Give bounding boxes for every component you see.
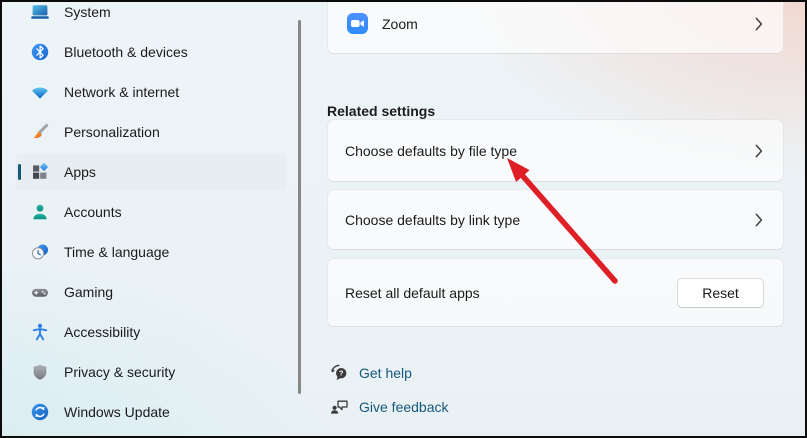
row-choose-defaults-file-type[interactable]: Choose defaults by file type [327, 119, 784, 182]
sidebar-item-time-language[interactable]: Time & language [16, 234, 287, 270]
sidebar-item-label: Personalization [64, 124, 160, 140]
settings-window: System Bluetooth & devices Network & int… [0, 0, 807, 438]
sidebar-item-label: Accounts [64, 204, 122, 220]
sidebar-item-accessibility[interactable]: Accessibility [16, 314, 287, 350]
feedback-icon [329, 396, 350, 417]
clock-globe-icon [30, 242, 50, 262]
sidebar-item-personalization[interactable]: Personalization [16, 114, 287, 150]
sidebar-item-label: Windows Update [64, 404, 170, 420]
row-label: Choose defaults by link type [345, 211, 521, 228]
bluetooth-icon [30, 42, 50, 62]
sidebar-scrollbar[interactable] [298, 20, 301, 394]
update-icon [30, 402, 50, 422]
chevron-right-icon [755, 144, 763, 158]
sidebar-item-privacy[interactable]: Privacy & security [16, 354, 287, 390]
selected-accent-pill [18, 164, 21, 180]
sidebar-item-label: Bluetooth & devices [64, 44, 188, 60]
sidebar-item-gaming[interactable]: Gaming [16, 274, 287, 310]
sidebar-item-label: Accessibility [64, 324, 141, 340]
zoom-app-icon [347, 13, 368, 34]
help-icon: ? [329, 362, 350, 383]
sidebar: System Bluetooth & devices Network & int… [2, 2, 298, 436]
person-icon [30, 202, 50, 222]
get-help-link[interactable]: ? Get help [329, 362, 412, 383]
app-row-label: Zoom [382, 16, 418, 32]
sidebar-item-accounts[interactable]: Accounts [16, 194, 287, 230]
chevron-right-icon [755, 17, 763, 36]
reset-button[interactable]: Reset [677, 277, 764, 308]
shield-icon [30, 362, 50, 382]
sidebar-item-label: Network & internet [64, 84, 180, 100]
chevron-right-icon [755, 213, 763, 227]
accessibility-icon [30, 322, 50, 342]
apps-icon [30, 162, 50, 182]
system-icon [30, 2, 50, 22]
svg-text:?: ? [339, 369, 344, 378]
row-reset-default-apps: Reset all default apps Reset [327, 258, 784, 327]
sidebar-item-label: Gaming [64, 284, 114, 300]
sidebar-item-label: Time & language [64, 244, 170, 260]
row-label: Reset all default apps [345, 284, 480, 301]
sidebar-item-apps[interactable]: Apps [16, 154, 287, 190]
row-choose-defaults-link-type[interactable]: Choose defaults by link type [327, 189, 784, 250]
gamepad-icon [30, 282, 50, 302]
give-feedback-link[interactable]: Give feedback [329, 396, 449, 417]
sidebar-item-label: Apps [64, 164, 96, 180]
wifi-icon [30, 82, 50, 102]
sidebar-item-label: System [64, 4, 111, 20]
brush-icon [30, 122, 50, 142]
sidebar-item-network[interactable]: Network & internet [16, 74, 287, 110]
app-row-zoom[interactable]: Zoom [327, 2, 784, 54]
sidebar-item-bluetooth[interactable]: Bluetooth & devices [16, 34, 287, 70]
sidebar-item-label: Privacy & security [64, 364, 176, 380]
row-label: Choose defaults by file type [345, 142, 517, 159]
section-header: Related settings [327, 102, 436, 119]
give-feedback-label: Give feedback [359, 398, 449, 415]
get-help-label: Get help [359, 364, 412, 381]
sidebar-item-windows-update[interactable]: Windows Update [16, 394, 287, 430]
sidebar-item-system[interactable]: System [16, 2, 287, 30]
